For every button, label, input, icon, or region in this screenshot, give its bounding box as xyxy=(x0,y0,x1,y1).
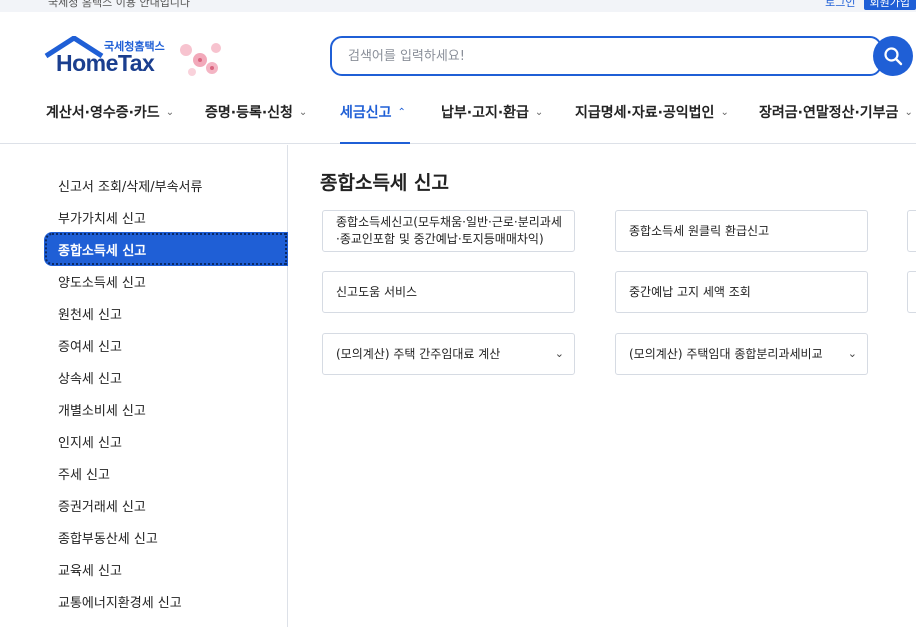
chevron-down-icon: ⌄ xyxy=(298,106,308,118)
card-rental-comparison[interactable]: (모의계산) 주택임대 종합분리과세비교 ⌄ xyxy=(615,333,868,375)
sidebar-item-vat[interactable]: 부가가치세 신고 xyxy=(58,208,146,227)
chevron-down-icon: ⌄ xyxy=(554,347,564,360)
gnb-label: 장려금·연말정산·기부금 xyxy=(759,105,899,121)
top-links: 로그인 회원가입 xyxy=(825,0,916,10)
notice-text: 국세청 홈택스 이용 안내입니다 xyxy=(48,0,191,9)
chevron-up-icon: ⌃ xyxy=(397,106,406,118)
card-partial[interactable] xyxy=(907,210,916,252)
sidebar-item-stamp[interactable]: 인지세 신고 xyxy=(58,432,122,451)
blossom-icon xyxy=(180,43,221,76)
search-button[interactable] xyxy=(873,36,913,76)
sidebar-item-withholding[interactable]: 원천세 신고 xyxy=(58,304,122,323)
sidebar-item-inheritance[interactable]: 상속세 신고 xyxy=(58,368,122,387)
sidebar-item-capital-gains[interactable]: 양도소득세 신고 xyxy=(58,272,146,291)
gnb-label: 세금신고 xyxy=(340,105,392,121)
sidebar-item-transport-energy[interactable]: 교통에너지환경세 신고 xyxy=(58,592,182,611)
sidebar-item-excise[interactable]: 개별소비세 신고 xyxy=(58,400,146,419)
card-label: 중간예납 고지 세액 조회 xyxy=(629,284,751,299)
card-label: 종합소득세 원클릭 환급신고 xyxy=(629,223,770,238)
card-label: (모의계산) 주택 간주임대료 계산 xyxy=(336,346,501,361)
chevron-down-icon: ⌄ xyxy=(720,106,729,118)
sidebar-item-liquor[interactable]: 주세 신고 xyxy=(58,464,110,483)
card-label: 신고도움 서비스 xyxy=(336,284,418,299)
card-interim-lookup[interactable]: 중간예납 고지 세액 조회 xyxy=(615,271,868,313)
sidebar-item-education[interactable]: 교육세 신고 xyxy=(58,560,122,579)
page-title: 종합소득세 신고 xyxy=(320,172,449,194)
gnb-label: 지급명세·자료·공익법인 xyxy=(575,105,715,121)
chevron-down-icon: ⌄ xyxy=(904,106,913,118)
main-navigation: 계산서·영수증·카드 ⌄ 증명·등록·신청 ⌄ 세금신고 ⌃ 납부·고지·환급 … xyxy=(0,96,916,144)
card-income-tax-filing[interactable]: 종합소득세신고(모두채움·일반·근로·분리과세·종교인포함 및 중간예납·토지등… xyxy=(322,210,575,252)
sidebar-item-securities[interactable]: 증권거래세 신고 xyxy=(58,496,146,515)
logo-title: HomeTax xyxy=(56,50,155,76)
gnb-item-tax-filing[interactable]: 세금신고 ⌃ xyxy=(340,102,406,122)
sidebar-menu: 신고서 조회/삭제/부속서류 부가가치세 신고 종합소득세 신고 양도소득세 신… xyxy=(0,145,288,627)
gnb-label: 증명·등록·신청 xyxy=(205,105,293,121)
search-icon xyxy=(884,47,903,66)
hometax-logo[interactable]: 국세청홈택스 HomeTax xyxy=(44,36,234,84)
search-box[interactable] xyxy=(330,36,882,76)
gnb-item-incentives[interactable]: 장려금·연말정산·기부금 ⌄ xyxy=(759,102,913,122)
search-input[interactable] xyxy=(332,38,880,74)
signup-button[interactable]: 회원가입 xyxy=(863,0,916,10)
sidebar-item-return-lookup[interactable]: 신고서 조회/삭제/부속서류 xyxy=(58,176,202,195)
card-filing-help[interactable]: 신고도움 서비스 xyxy=(322,271,575,313)
top-utility-bar: 국세청 홈택스 이용 안내입니다 로그인 회원가입 xyxy=(0,0,916,12)
sidebar-item-income-tax[interactable]: 종합소득세 신고 xyxy=(44,232,288,266)
gnb-item-receipts[interactable]: 계산서·영수증·카드 ⌄ xyxy=(46,102,174,122)
chevron-down-icon: ⌄ xyxy=(534,106,544,118)
card-one-click-refund[interactable]: 종합소득세 원클릭 환급신고 xyxy=(615,210,868,252)
sidebar-item-property[interactable]: 종합부동산세 신고 xyxy=(58,528,158,547)
login-link[interactable]: 로그인 xyxy=(825,0,855,10)
gnb-item-certificates[interactable]: 증명·등록·신청 ⌄ xyxy=(205,102,307,122)
card-label: 종합소득세신고(모두채움·일반·근로·분리과세·종교인포함 및 중간예납·토지등… xyxy=(336,215,562,246)
gnb-item-payment-statements[interactable]: 지급명세·자료·공익법인 ⌄ xyxy=(575,102,729,122)
chevron-down-icon: ⌄ xyxy=(847,347,857,360)
chevron-down-icon: ⌄ xyxy=(165,106,175,118)
gnb-label: 계산서·영수증·카드 xyxy=(46,105,160,121)
card-partial[interactable] xyxy=(907,271,916,313)
gnb-item-payment[interactable]: 납부·고지·환급 ⌄ xyxy=(441,102,543,122)
gnb-label: 납부·고지·환급 xyxy=(441,105,529,121)
sidebar-item-gift-tax[interactable]: 증여세 신고 xyxy=(58,336,122,355)
card-label: (모의계산) 주택임대 종합분리과세비교 xyxy=(629,346,823,361)
active-tab-indicator xyxy=(340,142,410,144)
card-deemed-rent-calc[interactable]: (모의계산) 주택 간주임대료 계산 ⌄ xyxy=(322,333,575,375)
